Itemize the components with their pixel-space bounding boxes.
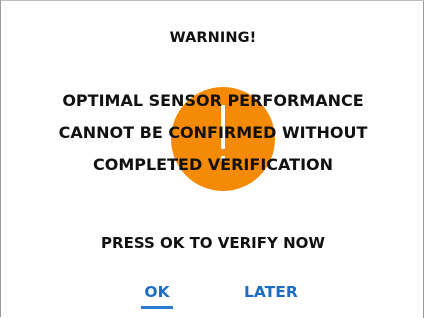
message-line-1: OPTIMAL SENSOR PERFORMANCE [62, 91, 364, 110]
ok-button[interactable]: OK [141, 283, 173, 309]
dialog-title: WARNING! [169, 30, 257, 46]
ok-button-label: OK [144, 283, 170, 301]
warning-dialog: WARNING! OPTIMAL SENSOR PERFORMANCE CANN… [0, 0, 424, 318]
verify-prompt: PRESS OK TO VERIFY NOW [101, 234, 325, 252]
message-line-3: COMPLETED VERIFICATION [92, 155, 334, 174]
message-line-2: CANNOT BE CONFIRMED WITHOUT [58, 123, 368, 142]
selection-underline [141, 306, 173, 309]
later-button[interactable]: LATER [244, 283, 298, 301]
